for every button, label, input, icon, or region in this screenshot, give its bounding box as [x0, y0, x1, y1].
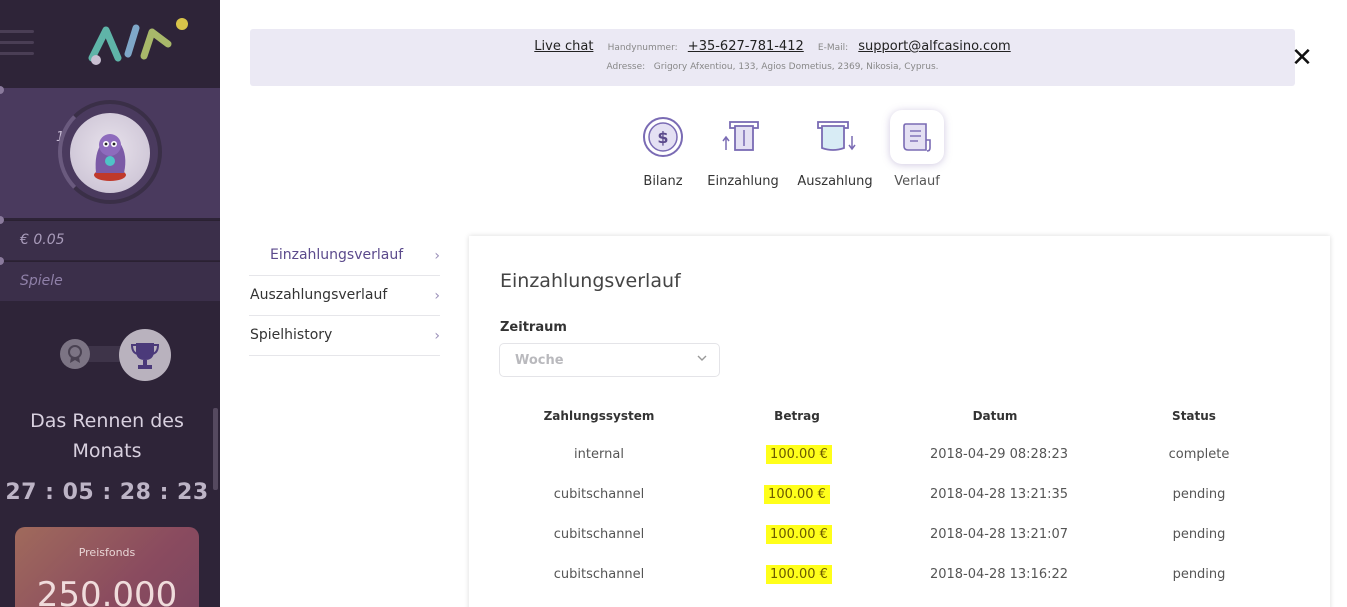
games-label: Spiele	[20, 273, 63, 289]
sidebar-scrollbar[interactable]	[213, 408, 218, 490]
amount-value: 100.00 €	[766, 445, 832, 464]
range-select-value: Woche	[515, 353, 564, 368]
column-header: Status	[1172, 409, 1216, 423]
menu-item-label: Auszahlungsverlauf	[250, 287, 388, 303]
amount-value: 100.00 €	[766, 565, 832, 584]
trophy-icon[interactable]	[119, 329, 171, 381]
cell-date: 2018-04-28 13:16:22	[929, 567, 1069, 582]
amount-value: 100.00 €	[764, 485, 830, 504]
cell-system: internal	[574, 447, 624, 462]
prize-label: Preisfonds	[78, 546, 136, 559]
svg-text:$: $	[657, 128, 668, 147]
column-header: Zahlungssystem	[543, 409, 655, 423]
tab-label: Bilanz	[643, 174, 683, 189]
cell-amount: 100.00 €	[697, 485, 897, 504]
sidebar: 1 € 0.05 Spiele Das Rennen des Monats 27…	[0, 0, 220, 607]
address-label: Adresse:	[606, 62, 646, 72]
email-label: E-Mail:	[817, 43, 849, 53]
alf-logo[interactable]	[88, 14, 192, 66]
tab-label: Auszahlung	[797, 174, 873, 189]
prize-card[interactable]: Preisfonds 250.000	[15, 527, 199, 607]
phone-label: Handynummer:	[607, 43, 678, 53]
chevron-down-icon	[697, 355, 707, 361]
history-menu: Einzahlungsverlauf › Auszahlungsverlauf …	[249, 236, 440, 356]
range-label: Zeitraum	[500, 320, 567, 335]
chevron-right-icon: ›	[434, 328, 440, 344]
deposit-icon	[716, 110, 770, 164]
cell-date: 2018-04-28 13:21:35	[929, 487, 1069, 502]
race-title: Das Rennen des Monats	[30, 410, 184, 462]
cell-amount: 100.00 €	[699, 525, 899, 544]
cell-status: pending	[1172, 527, 1226, 542]
badge-icon[interactable]	[60, 339, 90, 369]
cashier-modal: Live chat Handynummer: +35-627-781-412 E…	[220, 0, 1347, 607]
close-button[interactable]: ✕	[1290, 44, 1314, 72]
menu-icon[interactable]	[0, 30, 34, 56]
race-timer: 27 : 05 : 28 : 23	[5, 480, 209, 505]
cell-status: complete	[1168, 447, 1230, 462]
games-row[interactable]: Spiele	[0, 261, 220, 301]
avatar[interactable]	[70, 113, 150, 193]
cell-system: cubitschannel	[553, 487, 645, 502]
live-chat-link[interactable]: Live chat	[534, 39, 593, 54]
column-header: Datum	[972, 409, 1018, 423]
balance-value: € 0.05	[20, 232, 65, 248]
history-scroll-icon	[890, 110, 944, 164]
avatar-character-icon	[94, 134, 126, 181]
cell-system: cubitschannel	[553, 527, 645, 542]
cell-date: 2018-04-29 08:28:23	[929, 447, 1069, 462]
chevron-right-icon: ›	[434, 288, 440, 304]
deposit-history-panel: Einzahlungsverlauf Zeitraum Woche Zahlun…	[469, 236, 1330, 607]
tab-label: Verlauf	[894, 174, 940, 189]
profile-card: 1	[0, 88, 220, 218]
range-select[interactable]: Woche	[499, 343, 720, 377]
menu-item-withdrawal-history[interactable]: Auszahlungsverlauf ›	[249, 276, 440, 316]
contact-bar: Live chat Handynummer: +35-627-781-412 E…	[250, 29, 1295, 86]
menu-item-label: Spielhistory	[250, 327, 333, 343]
column-header: Betrag	[774, 409, 820, 423]
balance-coin-icon: $	[636, 110, 690, 164]
cell-status: pending	[1172, 567, 1226, 582]
tournament-toggle[interactable]	[60, 329, 171, 381]
prize-amount: 250.000	[36, 575, 178, 607]
amount-value: 100.00 €	[766, 525, 832, 544]
balance-row[interactable]: € 0.05	[0, 220, 220, 260]
phone-link[interactable]: +35-627-781-412	[688, 39, 804, 54]
cell-amount: 100.00 €	[699, 565, 899, 584]
menu-item-label: Einzahlungsverlauf	[270, 247, 404, 263]
menu-item-game-history[interactable]: Spielhistory ›	[249, 316, 440, 356]
menu-item-deposit-history[interactable]: Einzahlungsverlauf ›	[249, 236, 440, 276]
cell-amount: 100.00 €	[699, 445, 899, 464]
chevron-right-icon: ›	[434, 248, 440, 264]
cell-status: pending	[1172, 487, 1226, 502]
withdrawal-icon	[808, 110, 862, 164]
email-link[interactable]: support@alfcasino.com	[858, 39, 1010, 54]
cell-date: 2018-04-28 13:21:07	[929, 527, 1069, 542]
tab-label: Einzahlung	[707, 174, 779, 189]
panel-title: Einzahlungsverlauf	[500, 270, 681, 292]
cell-system: cubitschannel	[553, 567, 645, 582]
address-text: Grigory Afxentiou, 133, Agios Dometius, …	[653, 62, 939, 72]
